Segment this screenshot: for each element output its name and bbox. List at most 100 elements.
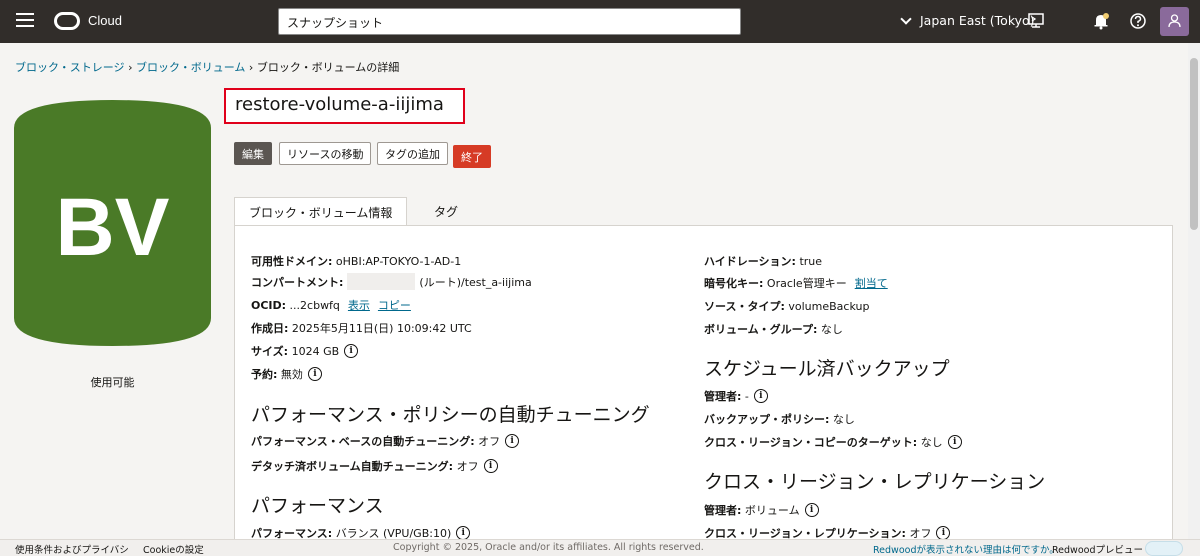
info-icon[interactable]: i [307,367,322,381]
backup-admin-row: 管理者: - i [704,388,768,404]
created-row: 作成日: 2025年5月11日(日) 10:09:42 UTC [251,320,472,336]
replication-heading: クロス・リージョン・レプリケーション [704,471,1046,493]
info-icon[interactable]: i [947,435,962,449]
breadcrumb-separator: › [248,61,254,74]
block-volume-icon-letters: BV [56,182,170,273]
field-value: ...2cbwfq [289,298,340,312]
field-value: oHBI:AP-TOKYO-1-AD-1 [335,254,462,268]
edit-button[interactable]: 編集 [234,142,272,165]
info-icon[interactable]: i [344,344,359,358]
field-value: Oracle管理キー [766,277,847,290]
chevron-down-icon [900,12,912,25]
field-value: ボリューム [744,504,800,517]
backup-policy-row: バックアップ・ポリシー: なし [704,411,855,427]
compartment-row: コンパートメント: (ルート)/test_a-iijima [251,273,532,290]
field-label: サイズ: [251,345,289,358]
availability-domain-row: 可用性ドメイン: oHBI:AP-TOKYO-1-AD-1 [251,253,461,269]
perf-based-tuning-row: パフォーマンス・ベースの自動チューニング: オフ i [251,433,520,449]
cloud-shell-icon[interactable] [1027,12,1045,30]
source-type-row: ソース・タイプ: volumeBackup [704,298,869,314]
field-value: - [744,389,749,403]
field-value: volumeBackup [788,299,870,313]
scrollbar-thumb[interactable] [1190,58,1198,230]
terminate-button[interactable]: 終了 [453,145,491,168]
field-value: true [799,254,823,268]
field-label: コンパートメント: [251,275,344,289]
page-title: restore-volume-a-iijima [224,88,465,124]
size-row: サイズ: 1024 GB i [251,343,359,359]
status-label: 使用可能 [90,376,135,389]
info-icon[interactable]: i [483,459,498,473]
field-label: OCID: [251,298,287,312]
detached-tuning-row: デタッチ済ボリューム自動チューニング: オフ i [251,458,498,474]
performance-heading: パフォーマンス [251,495,384,517]
field-label: クロス・リージョン・コピーのターゲット: [704,436,918,449]
field-label: ハイドレーション: [704,255,796,268]
encryption-key-row: 暗号化キー: Oracle管理キー 割当て [704,275,888,291]
field-value: (ルート)/test_a-iijima [419,275,532,289]
region-label: Japan East (Tokyo) [920,13,1035,28]
ocid-show-link[interactable]: 表示 [348,297,370,313]
breadcrumb: ブロック・ストレージ › ブロック・ボリューム › ブロック・ボリュームの詳細 [15,59,399,75]
search-input[interactable]: スナップショット [278,8,741,35]
field-value: 1024 GB [291,344,340,358]
breadcrumb-current: ブロック・ボリュームの詳細 [256,61,400,74]
breadcrumb-block-storage[interactable]: ブロック・ストレージ [15,61,125,74]
top-navigation-bar: Cloud スナップショット Japan East (Tokyo) [0,0,1200,43]
breadcrumb-block-volumes[interactable]: ブロック・ボリューム [136,61,245,74]
field-value: なし [820,323,843,336]
tab-tags[interactable]: タグ [420,197,472,226]
field-label: 暗号化キー: [704,277,764,290]
field-value: オフ [478,435,501,448]
field-label: ソース・タイプ: [704,300,785,313]
perf-tuning-heading: パフォーマンス・ポリシーの自動チューニング [251,404,650,426]
field-label: ボリューム・グループ: [704,323,818,336]
hamburger-menu-icon[interactable] [16,13,34,29]
reservation-row: 予約: 無効 i [251,366,322,382]
logo-text[interactable]: Cloud [88,13,122,28]
cross-region-copy-row: クロス・リージョン・コピーのターゲット: なし i [704,434,962,450]
ocid-copy-link[interactable]: コピー [378,297,411,313]
field-value: 2025年5月11日(日) 10:09:42 UTC [291,322,472,335]
redacted-value [347,273,416,290]
user-icon [1168,14,1181,28]
help-icon[interactable] [1129,12,1147,30]
footer: 使用条件およびプライバシ Cookieの設定 Copyright © 2025,… [0,539,1200,556]
field-label: 可用性ドメイン: [251,255,333,268]
details-panel: 可用性ドメイン: oHBI:AP-TOKYO-1-AD-1 コンパートメント: … [234,225,1173,545]
redwood-preview-label: Redwoodプレビュー [1052,545,1143,556]
field-label: 管理者: [704,390,742,403]
info-icon[interactable]: i [804,503,819,517]
oracle-logo-icon[interactable] [54,12,80,30]
field-label: 予約: [251,368,278,381]
notification-bell-icon[interactable] [1092,12,1110,30]
page-scrollbar[interactable] [1188,43,1200,539]
block-volume-icon: BV [14,100,211,346]
replication-admin-row: 管理者: ボリューム i [704,502,819,518]
field-value: 無効 [280,368,303,381]
volume-group-row: ボリューム・グループ: なし [704,321,843,337]
redwood-why-link[interactable]: Redwoodが表示されない理由は何ですか。 [873,545,1059,556]
user-avatar[interactable] [1160,7,1189,36]
field-label: パフォーマンス・ベースの自動チューニング: [251,435,475,448]
info-icon[interactable]: i [456,526,471,540]
cookie-settings-link[interactable]: Cookieの設定 [143,545,204,556]
region-selector[interactable]: Japan East (Tokyo) [900,12,1035,28]
move-resource-button[interactable]: リソースの移動 [279,142,372,165]
hydration-row: ハイドレーション: true [704,253,822,269]
copyright-text: Copyright © 2025, Oracle and/or its affi… [393,542,704,553]
field-value: なし [832,413,855,426]
scheduled-backup-heading: スケジュール済バックアップ [704,358,950,380]
info-icon[interactable]: i [753,389,768,403]
tab-block-volume-info[interactable]: ブロック・ボリューム情報 [234,197,408,226]
field-label: 管理者: [704,504,742,517]
terms-privacy-link[interactable]: 使用条件およびプライバシ [15,545,129,556]
redwood-preview-toggle[interactable] [1145,541,1183,556]
info-icon[interactable]: i [505,434,520,448]
info-icon[interactable]: i [936,526,951,540]
add-tags-button[interactable]: タグの追加 [377,142,448,165]
field-label: バックアップ・ポリシー: [704,413,830,426]
breadcrumb-separator: › [128,61,133,74]
field-value: なし [920,436,943,449]
assign-key-link[interactable]: 割当て [855,275,888,291]
